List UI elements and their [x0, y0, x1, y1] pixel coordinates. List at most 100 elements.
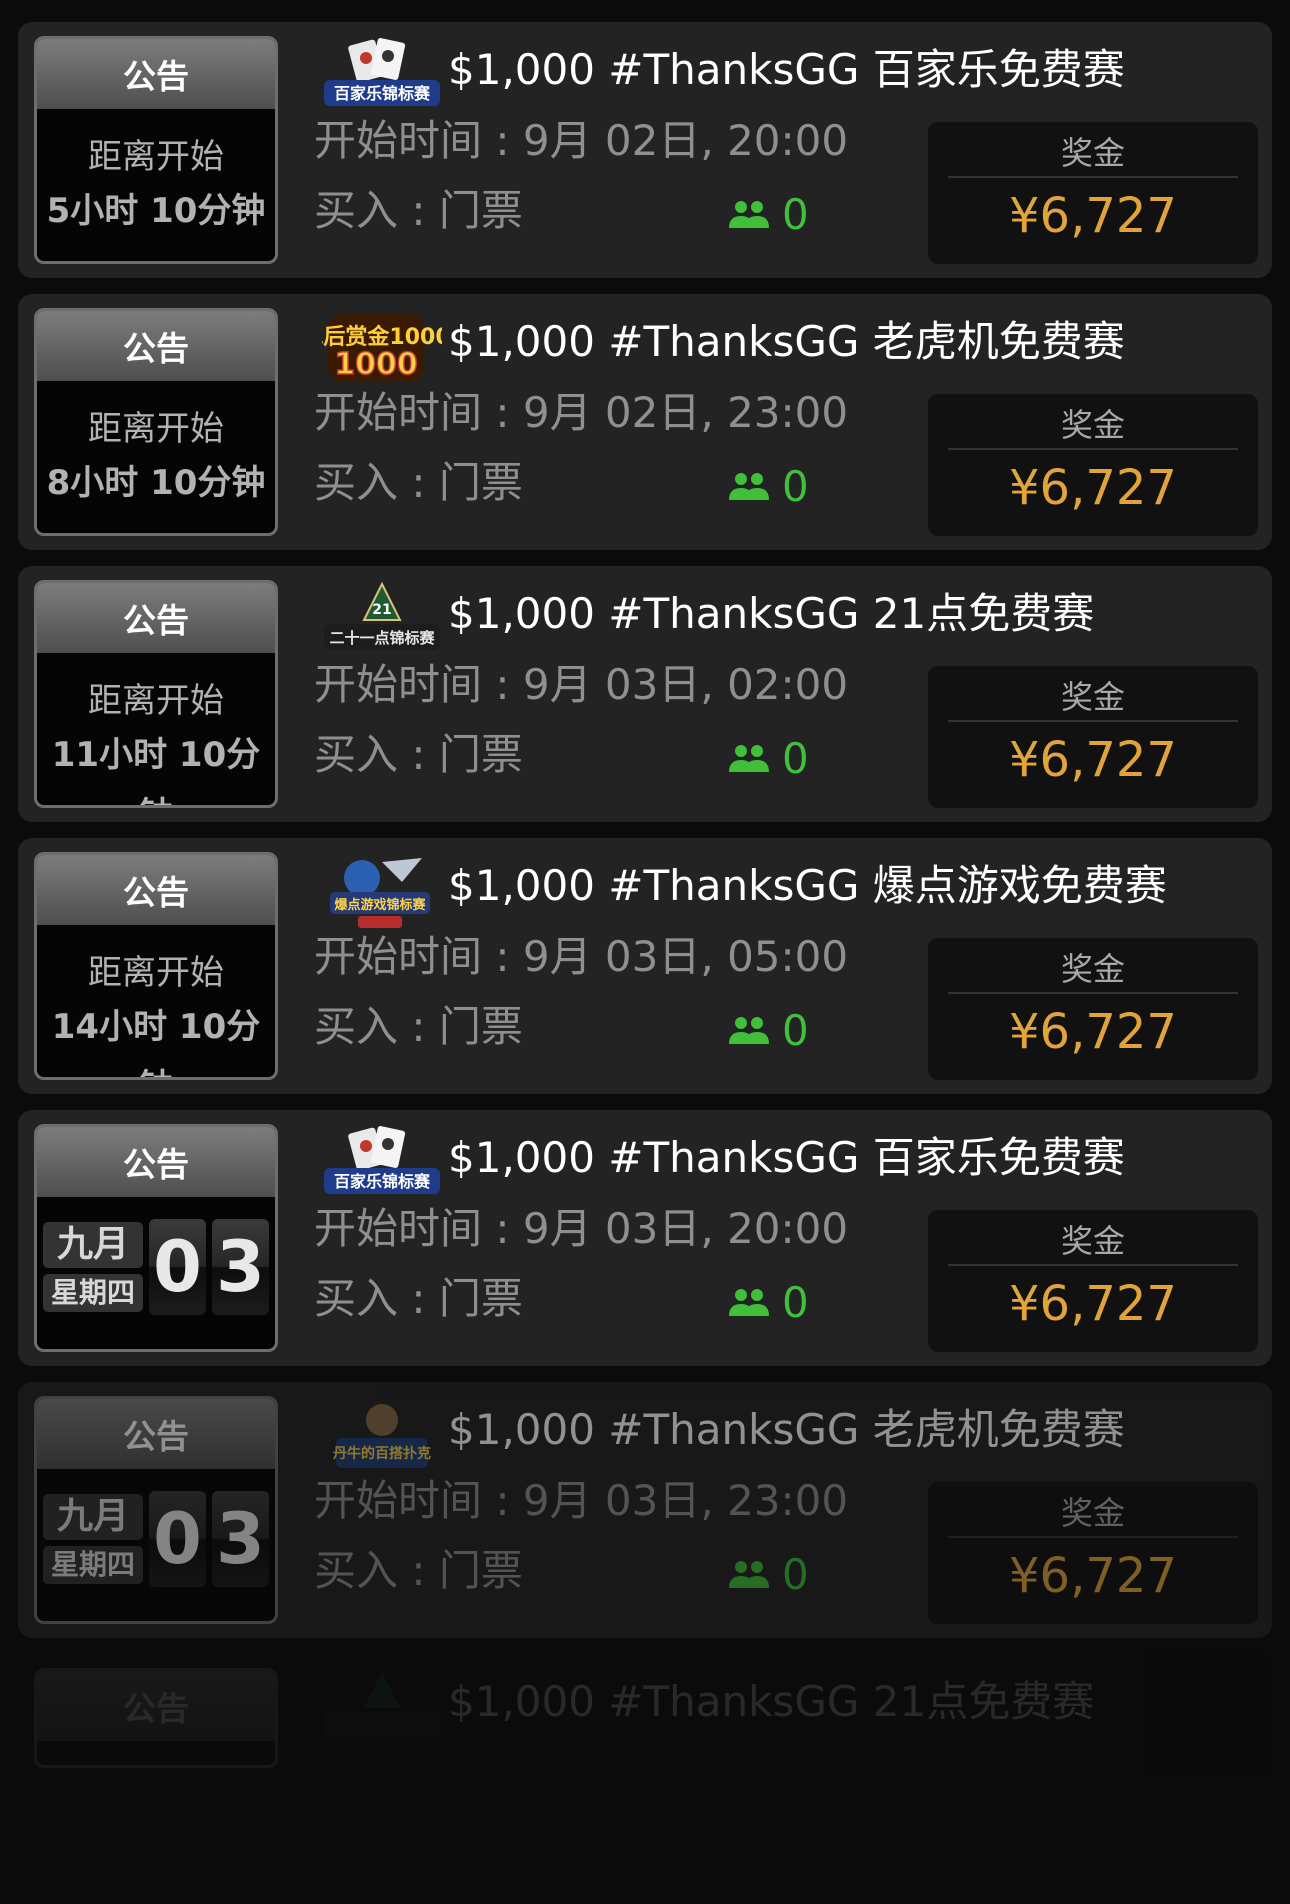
- countdown-value: 8小时 10分钟: [46, 463, 266, 503]
- player-count: 0: [728, 1544, 809, 1604]
- logo-text: 丹牛的百搭扑克: [333, 1445, 431, 1462]
- blackjack-logo-icon: [324, 1672, 440, 1738]
- prize-amount: ¥6,727: [1009, 1548, 1177, 1604]
- divider: [948, 176, 1238, 178]
- prize-label: 奖金: [1060, 406, 1125, 444]
- prize-amount: ¥6,727: [1009, 732, 1177, 788]
- player-count-value: 0: [782, 733, 809, 783]
- player-count: 0: [728, 184, 809, 244]
- prize-label: 奖金: [1060, 134, 1125, 172]
- users-icon: [729, 1289, 769, 1316]
- countdown-label: 距离开始: [88, 137, 224, 177]
- countdown: 距离开始 8小时 10分钟: [37, 381, 275, 513]
- buy-in: 买入 : 门票: [314, 1546, 523, 1595]
- prize-amount: ¥6,727: [1009, 188, 1177, 244]
- prize-label: 奖金: [1060, 950, 1125, 988]
- buy-in: 买入 : 门票: [314, 1002, 523, 1051]
- calendar-weekday: 星期四: [43, 1546, 143, 1584]
- tournament-card[interactable]: 公告 九月 星期四 0 3 丹牛的百搭扑克 $1,000 #ThanksGG 老…: [18, 1382, 1272, 1638]
- prize-box: 奖金 ¥6,727: [928, 666, 1258, 808]
- status-badge: 公告 九月 星期四 0 3: [34, 1124, 278, 1352]
- tournament-title[interactable]: $1,000 #ThanksGG 21点免费赛: [448, 1670, 1094, 1734]
- badge-label: 公告: [37, 39, 275, 109]
- poker-logo-icon: 丹牛的百搭扑克: [333, 1404, 431, 1468]
- countdown-value: 14小时 10分钟: [51, 1007, 261, 1077]
- player-count: 0: [728, 456, 809, 516]
- calendar-month: 九月: [43, 1222, 143, 1268]
- prize-box: 奖金 ¥6,727: [928, 938, 1258, 1080]
- prize-label: 奖金: [1060, 1494, 1125, 1532]
- player-count: 0: [728, 1272, 809, 1332]
- svg-text:21: 21: [372, 602, 391, 618]
- countdown-label: 距离开始: [88, 681, 224, 721]
- slots-logo-icon: 绝后赏金1000 1000: [322, 314, 442, 383]
- tournament-card[interactable]: 公告 距离开始 5小时 10分钟 百家乐锦标赛 $1,000 #ThanksGG…: [18, 22, 1272, 278]
- player-count-value: 0: [782, 461, 809, 511]
- logo-text: 二十一点锦标赛: [329, 629, 435, 647]
- badge-label: 公告: [37, 1671, 275, 1741]
- baccarat-logo-icon: 百家乐锦标赛: [324, 38, 440, 106]
- player-count: 0: [728, 728, 809, 788]
- prize-box: 奖金 ¥6,727: [928, 394, 1258, 536]
- svg-text:1000: 1000: [334, 347, 418, 382]
- buy-in: 买入 : 门票: [314, 1274, 523, 1323]
- countdown: 距离开始 11小时 10分钟: [37, 653, 275, 805]
- prize-amount: ¥6,727: [1009, 1004, 1177, 1060]
- status-badge: 公告 九月 星期四 0 3: [34, 1396, 278, 1624]
- badge-label: 公告: [37, 1127, 275, 1197]
- divider: [948, 992, 1238, 994]
- logo-text: 百家乐锦标赛: [334, 84, 431, 103]
- player-count-value: 0: [782, 1549, 809, 1599]
- calendar-day-digit: 0: [149, 1491, 206, 1587]
- date-calendar: 九月 星期四 0 3: [37, 1197, 275, 1315]
- countdown-value: 11小时 10分钟: [51, 735, 261, 805]
- tournament-title[interactable]: $1,000 #ThanksGG 百家乐免费赛: [448, 38, 1125, 102]
- player-count-value: 0: [782, 1005, 809, 1055]
- prize-box: 奖金 ¥6,727: [928, 1482, 1258, 1624]
- date-calendar: 九月 星期四 0 3: [37, 1469, 275, 1587]
- calendar-day-digit: 3: [212, 1219, 269, 1315]
- tournament-card[interactable]: 公告 距离开始 11小时 10分钟 21 二十一点锦标赛 $1,000 #Tha…: [18, 566, 1272, 822]
- status-badge: 公告 距离开始 8小时 10分钟: [34, 308, 278, 536]
- tournament-title[interactable]: $1,000 #ThanksGG 21点免费赛: [448, 582, 1094, 646]
- prize-amount: ¥6,727: [1009, 460, 1177, 516]
- divider: [948, 720, 1238, 722]
- blackjack-logo-icon: 21 二十一点锦标赛: [324, 581, 440, 650]
- status-badge: 公告 距离开始 14小时 10分钟: [34, 852, 278, 1080]
- tournament-title[interactable]: $1,000 #ThanksGG 老虎机免费赛: [448, 310, 1125, 374]
- start-time: 开始时间 : 9月 03日, 05:00: [314, 932, 849, 981]
- users-icon: [729, 201, 769, 228]
- status-badge: 公告: [34, 1668, 278, 1768]
- start-time: 开始时间 : 9月 02日, 23:00: [314, 388, 849, 437]
- calendar-month: 九月: [43, 1494, 143, 1540]
- countdown: 距离开始 5小时 10分钟: [37, 109, 275, 241]
- tournament-card[interactable]: 公告 $1,000 #ThanksGG 21点免费赛: [18, 1654, 1272, 1774]
- divider: [948, 1264, 1238, 1266]
- start-time: 开始时间 : 9月 02日, 20:00: [314, 116, 849, 165]
- users-icon: [729, 1017, 769, 1044]
- tournament-title[interactable]: $1,000 #ThanksGG 百家乐免费赛: [448, 1126, 1125, 1190]
- tournament-title[interactable]: $1,000 #ThanksGG 爆点游戏免费赛: [448, 854, 1167, 918]
- buy-in: 买入 : 门票: [314, 458, 523, 507]
- logo-text: 百家乐锦标赛: [334, 1172, 431, 1191]
- start-time: 开始时间 : 9月 03日, 20:00: [314, 1204, 849, 1253]
- start-time: 开始时间 : 9月 03日, 02:00: [314, 660, 849, 709]
- countdown-label: 距离开始: [88, 409, 224, 449]
- prize-box: 奖金 ¥6,727: [928, 1210, 1258, 1352]
- calendar-day-digit: 3: [212, 1491, 269, 1587]
- calendar-weekday: 星期四: [43, 1274, 143, 1312]
- tournament-title[interactable]: $1,000 #ThanksGG 老虎机免费赛: [448, 1398, 1125, 1462]
- status-badge: 公告 距离开始 11小时 10分钟: [34, 580, 278, 808]
- countdown-value: 5小时 10分钟: [46, 191, 266, 231]
- tournament-card[interactable]: 公告 九月 星期四 0 3 百家乐锦标赛 $1,000 #ThanksGG 百家…: [18, 1110, 1272, 1366]
- prize-amount: ¥6,727: [1009, 1276, 1177, 1332]
- start-time: 开始时间 : 9月 03日, 23:00: [314, 1476, 849, 1525]
- prize-box: 奖金 ¥6,727: [928, 122, 1258, 264]
- tournament-card[interactable]: 公告 距离开始 8小时 10分钟 绝后赏金1000 1000 $1,000 #T…: [18, 294, 1272, 550]
- divider: [948, 448, 1238, 450]
- buy-in: 买入 : 门票: [314, 186, 523, 235]
- badge-label: 公告: [37, 1399, 275, 1469]
- tournament-card[interactable]: 公告 距离开始 14小时 10分钟 爆点游戏锦标赛 $1,000 #Thanks…: [18, 838, 1272, 1094]
- badge-label: 公告: [37, 583, 275, 653]
- countdown-label: 距离开始: [88, 953, 224, 993]
